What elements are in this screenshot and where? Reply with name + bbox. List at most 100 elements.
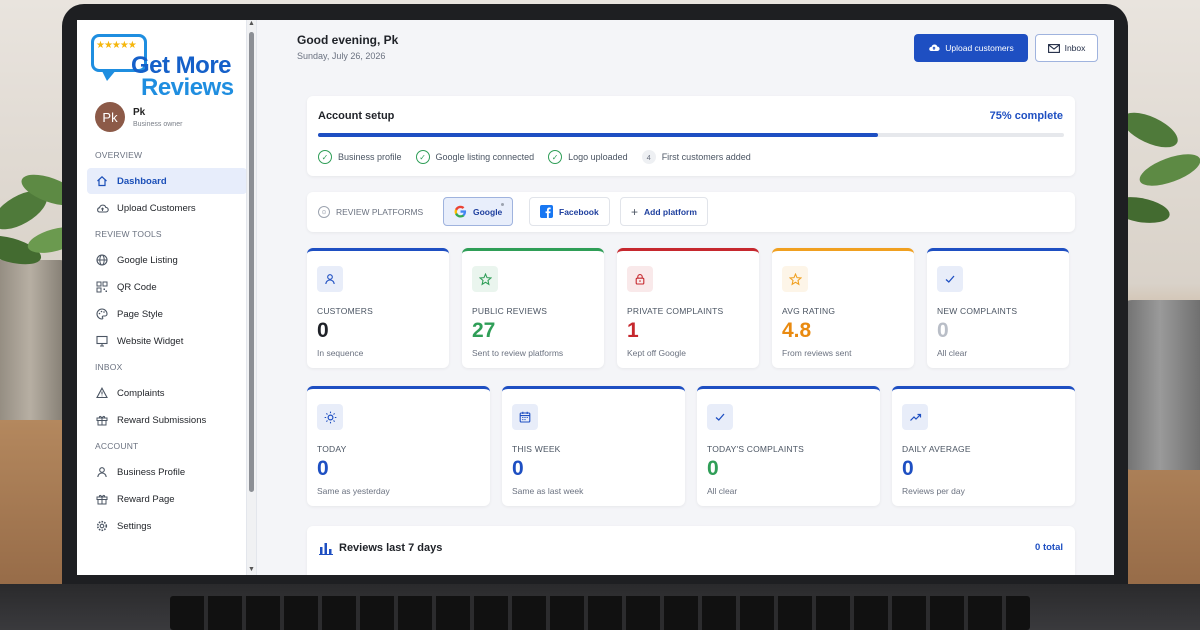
sidebar-item-upload-customers[interactable]: Upload Customers	[87, 195, 247, 221]
scroll-down-icon[interactable]: ▼	[248, 566, 255, 573]
account-setup-card: Account setup 75% complete ✓ Business pro…	[307, 96, 1075, 176]
sidebar-item-complaints[interactable]: Complaints	[87, 380, 247, 406]
sidebar-item-dashboard[interactable]: Dashboard	[87, 168, 247, 194]
stat-label: TODAY	[317, 444, 347, 454]
setup-step: 4 First customers added	[641, 150, 751, 164]
stat-subtext: All clear	[937, 348, 968, 358]
setup-step: ✓ Business profile	[318, 150, 402, 164]
sidebar-item-reward-submissions[interactable]: Reward Submissions	[87, 407, 247, 433]
person-icon	[95, 465, 109, 479]
monitor-icon	[95, 334, 109, 348]
logo-bubble-tail	[101, 69, 117, 81]
plus-icon: +	[631, 204, 639, 219]
reviews-total: 0 total	[1035, 542, 1063, 553]
check-circle-icon: ✓	[415, 150, 430, 164]
platform-facebook-button[interactable]: Facebook	[529, 197, 610, 226]
review-platforms-heading: ⊙ REVIEW PLATFORMS	[318, 192, 423, 232]
sidebar-item-label: Business Profile	[117, 466, 186, 478]
step-number: 4	[641, 150, 656, 164]
sidebar-item-label: Reward Submissions	[117, 414, 207, 426]
platform-facebook-label: Facebook	[559, 206, 599, 217]
setup-progress-track	[318, 133, 1064, 137]
stat-value: 0	[707, 457, 719, 480]
stat-label: DAILY AVERAGE	[902, 444, 971, 454]
stat-card-public-reviews[interactable]: PUBLIC REVIEWS 27 Sent to review platforms	[462, 248, 604, 368]
user-name: Pk	[133, 106, 146, 118]
reviews-chart-card: Reviews last 7 days 0 total	[307, 526, 1075, 575]
current-date: Sunday, July 26, 2026	[297, 51, 386, 61]
person-icon	[317, 266, 343, 292]
stat-card-private-complaints[interactable]: PRIVATE COMPLAINTS 1 Kept off Google	[617, 248, 759, 368]
main-content: Good evening, Pk Sunday, July 26, 2026 U…	[257, 20, 1114, 575]
stat-card-today-s-complaints[interactable]: TODAY'S COMPLAINTS 0 All clear	[697, 386, 880, 506]
sidebar-scrollbar[interactable]: ▲ ▼	[246, 20, 256, 575]
sidebar-item-label: Complaints	[117, 387, 165, 399]
logo[interactable]: ★★★★★ Get More Reviews	[91, 32, 241, 102]
stat-card-customers[interactable]: CUSTOMERS 0 In sequence	[307, 248, 449, 368]
sidebar-item-label: Upload Customers	[117, 202, 196, 214]
sidebar-section-overview: OVERVIEW	[95, 150, 143, 160]
stat-subtext: All clear	[707, 486, 738, 496]
add-platform-button[interactable]: + Add platform	[620, 197, 708, 226]
cloud-upload-icon	[929, 44, 940, 51]
sidebar-item-settings[interactable]: Settings	[87, 513, 247, 539]
reviews-chart-title: Reviews last 7 days	[339, 542, 443, 554]
stat-card-today[interactable]: TODAY 0 Same as yesterday	[307, 386, 490, 506]
app-screen: ★★★★★ Get More Reviews Pk Pk Business ow…	[77, 20, 1114, 575]
stat-label: TODAY'S COMPLAINTS	[707, 444, 805, 454]
stat-value: 1	[627, 319, 639, 342]
stat-card-new-complaints[interactable]: NEW COMPLAINTS 0 All clear	[927, 248, 1069, 368]
warning-icon	[95, 386, 109, 400]
gift-icon	[95, 413, 109, 427]
stat-label: CUSTOMERS	[317, 306, 373, 316]
stat-card-this-week[interactable]: THIS WEEK 0 Same as last week	[502, 386, 685, 506]
sidebar-item-page-style[interactable]: Page Style	[87, 301, 247, 327]
stat-value: 27	[472, 319, 496, 342]
gift-icon	[95, 492, 109, 506]
check-icon	[937, 266, 963, 292]
sidebar-item-business-profile[interactable]: Business Profile	[87, 459, 247, 485]
stat-value: 0	[317, 319, 329, 342]
cloud-upload-icon	[95, 201, 109, 215]
inbox-button[interactable]: Inbox	[1035, 34, 1098, 62]
palette-icon	[95, 307, 109, 321]
bar-chart-icon	[319, 543, 333, 555]
sidebar-item-reward-page[interactable]: Reward Page	[87, 486, 247, 512]
stat-label: AVG RATING	[782, 306, 836, 316]
stat-label: PRIVATE COMPLAINTS	[627, 306, 724, 316]
scrollbar-thumb[interactable]	[249, 32, 254, 492]
setup-steps: ✓ Business profile ✓ Google listing connect…	[318, 150, 751, 164]
setup-step-label: Google listing connected	[435, 152, 535, 162]
globe-icon	[95, 253, 109, 267]
sidebar-item-google-listing[interactable]: Google Listing	[87, 247, 247, 273]
stat-value: 0	[937, 319, 949, 342]
google-icon	[454, 205, 467, 218]
review-platforms-bar: ⊙ REVIEW PLATFORMS Google Facebook + Add…	[307, 192, 1075, 232]
upload-customers-label: Upload customers	[945, 43, 1014, 53]
sidebar-item-label: Website Widget	[117, 335, 184, 347]
facebook-icon	[540, 205, 553, 218]
review-platforms-label: REVIEW PLATFORMS	[336, 207, 424, 217]
check-circle-icon: ✓	[318, 150, 332, 164]
trend-icon	[902, 404, 928, 430]
setup-step: ✓ Google listing connected	[415, 150, 535, 164]
platform-google-button[interactable]: Google	[443, 197, 514, 226]
sidebar-item-label: Page Style	[117, 308, 163, 320]
sidebar-item-label: Dashboard	[117, 175, 167, 187]
stat-card-daily-average[interactable]: DAILY AVERAGE 0 Reviews per day	[892, 386, 1075, 506]
logo-text-line2: Reviews	[141, 74, 234, 101]
inbox-label: Inbox	[1064, 43, 1086, 53]
sidebar-item-qr-code[interactable]: QR Code	[87, 274, 247, 300]
stat-subtext: Same as yesterday	[317, 486, 390, 496]
platform-google-label: Google	[473, 206, 503, 217]
gear-icon	[95, 519, 109, 533]
upload-customers-button[interactable]: Upload customers	[914, 34, 1028, 62]
keyboard-keys	[170, 596, 1030, 630]
stat-card-avg-rating[interactable]: AVG RATING 4.8 From reviews sent	[772, 248, 914, 368]
scroll-up-icon[interactable]: ▲	[248, 20, 255, 27]
user-profile[interactable]: Pk Pk Business owner	[95, 102, 182, 132]
stat-value: 4.8	[782, 319, 812, 342]
sidebar-item-website-widget[interactable]: Website Widget	[87, 328, 247, 354]
platforms-icon: ⊙	[318, 206, 330, 218]
qr-code-icon	[95, 280, 109, 294]
